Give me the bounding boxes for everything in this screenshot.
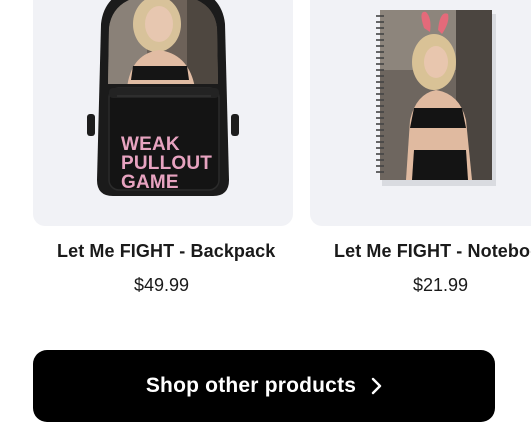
backpack-print-text: WEAK PULLOUT GAME (121, 135, 212, 192)
product-title[interactable]: Let Me FIGHT - Notebook (334, 241, 531, 262)
shop-button-label: Shop other products (145, 374, 357, 397)
product-title[interactable]: Let Me FIGHT - Backpack (57, 241, 275, 262)
product-price: $21.99 (413, 275, 469, 295)
notebook-product-image[interactable] (310, 0, 531, 226)
product-recommendations: WEAK PULLOUT GAME Let Me FIGHT - Backpac… (0, 0, 531, 442)
print-line: GAME (121, 172, 179, 193)
print-line: WEAK (121, 134, 180, 155)
shop-other-products-button[interactable]: Shop other products (33, 350, 495, 422)
print-line: PULLOUT (121, 153, 213, 174)
chevron-right-icon (370, 377, 382, 395)
product-price: $49.99 (134, 275, 190, 295)
notebook-graphic (376, 10, 496, 186)
backpack-product-image[interactable]: WEAK PULLOUT GAME (33, 0, 293, 226)
